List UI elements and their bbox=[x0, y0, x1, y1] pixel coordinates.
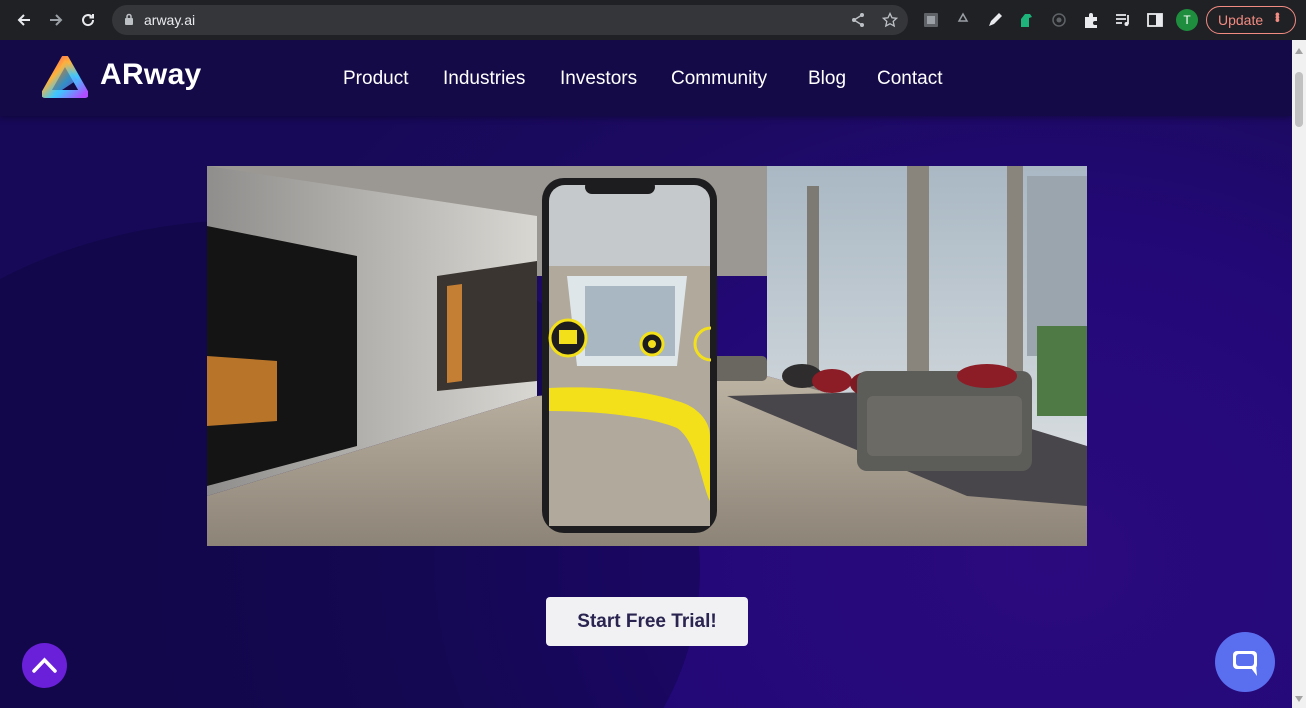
nav-blog[interactable]: Blog bbox=[808, 68, 846, 90]
page-scrollbar[interactable] bbox=[1292, 40, 1306, 708]
scroll-down-arrow-icon[interactable] bbox=[1295, 696, 1303, 702]
chevron-up-icon bbox=[32, 657, 57, 673]
arway-logo-icon[interactable] bbox=[42, 56, 88, 100]
extension-icon[interactable] bbox=[922, 11, 940, 29]
nav-industries[interactable]: Industries bbox=[443, 68, 525, 90]
record-icon[interactable] bbox=[1050, 11, 1068, 29]
browser-toolbar: arway.ai T Update ••• bbox=[0, 0, 1306, 40]
nav-contact[interactable]: Contact bbox=[877, 68, 942, 90]
chat-icon bbox=[1233, 651, 1257, 676]
site-header: ARway Product Industries Investors Commu… bbox=[0, 40, 1292, 116]
scroll-to-top-button[interactable] bbox=[22, 643, 67, 688]
nav-product[interactable]: Product bbox=[343, 68, 408, 90]
reload-icon[interactable] bbox=[76, 8, 100, 32]
back-icon[interactable] bbox=[12, 8, 36, 32]
avatar[interactable]: T bbox=[1176, 9, 1198, 31]
update-label: Update bbox=[1218, 12, 1264, 28]
nav-investors[interactable]: Investors bbox=[560, 68, 637, 90]
star-icon[interactable] bbox=[882, 12, 898, 28]
pen-icon[interactable] bbox=[986, 11, 1004, 29]
recycle-icon[interactable] bbox=[954, 11, 972, 29]
media-icon[interactable] bbox=[1114, 11, 1132, 29]
forward-icon[interactable] bbox=[44, 8, 68, 32]
sidepanel-icon[interactable] bbox=[1146, 11, 1164, 29]
hero-ar-video[interactable] bbox=[207, 166, 1087, 546]
start-free-trial-button[interactable]: Start Free Trial! bbox=[546, 597, 748, 646]
puzzle-icon[interactable] bbox=[1082, 11, 1100, 29]
page: ARway Product Industries Investors Commu… bbox=[0, 40, 1292, 708]
dino-icon[interactable] bbox=[1017, 11, 1035, 29]
scrollbar-thumb[interactable] bbox=[1295, 72, 1303, 127]
brand-name[interactable]: ARway bbox=[100, 58, 202, 92]
url-text: arway.ai bbox=[144, 12, 196, 28]
lock-icon bbox=[125, 13, 133, 25]
update-button[interactable]: Update ••• bbox=[1206, 6, 1296, 34]
nav-community[interactable]: Community bbox=[671, 68, 767, 90]
scroll-up-arrow-icon[interactable] bbox=[1295, 48, 1303, 54]
address-bar[interactable]: arway.ai bbox=[112, 5, 908, 35]
share-icon[interactable] bbox=[850, 12, 866, 28]
chat-button[interactable] bbox=[1215, 632, 1275, 692]
menu-icon[interactable]: ••• bbox=[1270, 12, 1286, 21]
